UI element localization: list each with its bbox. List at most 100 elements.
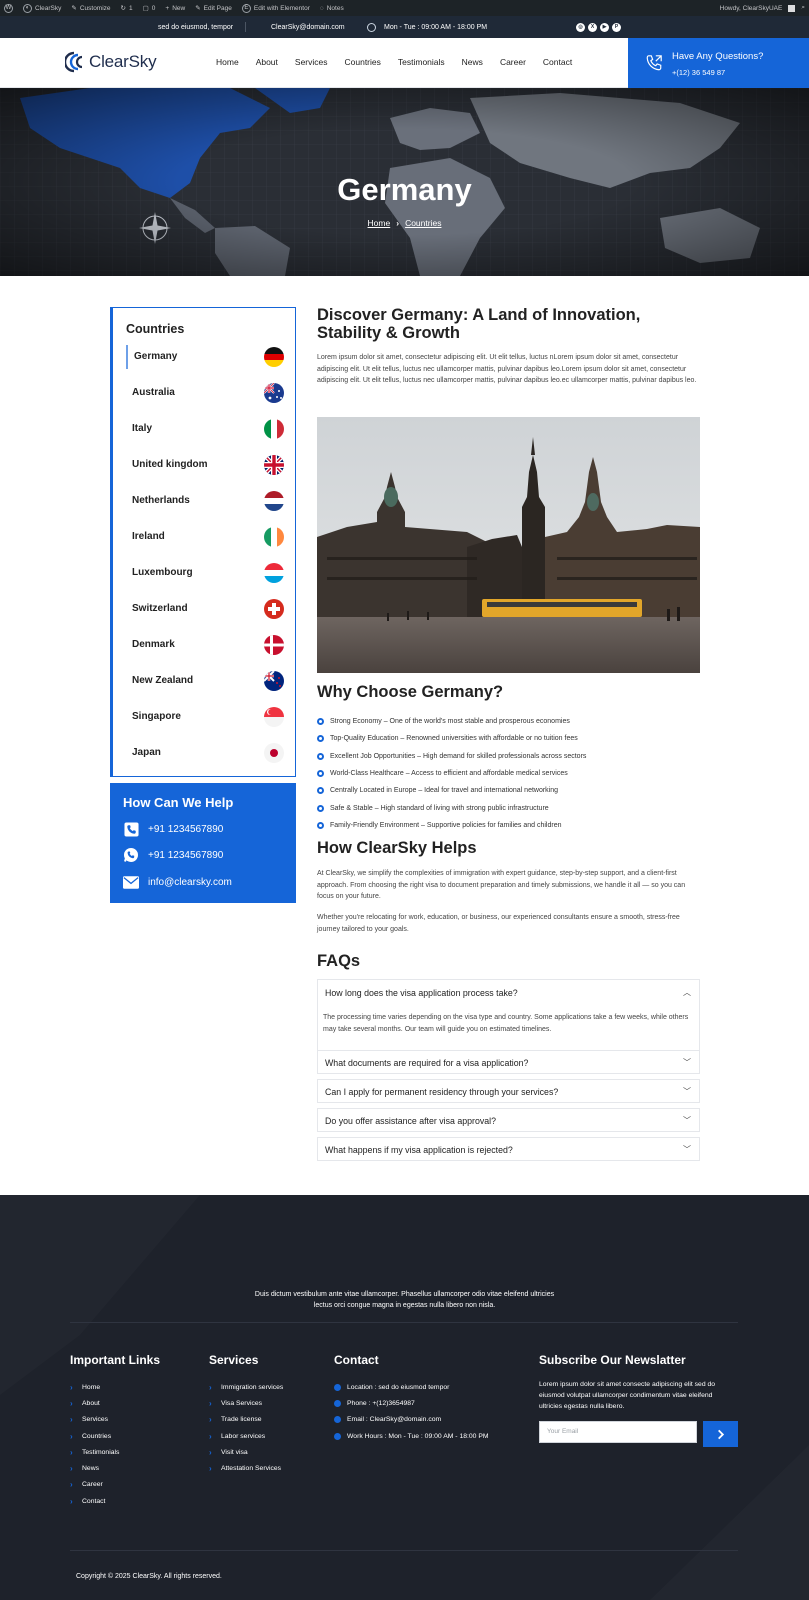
footer-service-label: Immigration services — [221, 1383, 284, 1391]
footer-link[interactable]: › About — [70, 1395, 160, 1411]
footer-link[interactable]: › Home — [70, 1379, 160, 1395]
country-label: New Zealand — [132, 675, 194, 686]
country-item-denmark[interactable]: Denmark — [126, 633, 284, 657]
breadcrumb-home[interactable]: Home — [368, 218, 391, 228]
helps-title: How ClearSky Helps — [317, 839, 477, 857]
cta-question: Have Any Questions? — [672, 51, 764, 62]
admin-edit-page-link[interactable]: ✎ Edit Page — [195, 4, 232, 13]
x-icon[interactable]: X — [588, 22, 597, 32]
switzerland-flag-icon — [264, 599, 284, 619]
country-item-netherlands[interactable]: Netherlands — [126, 489, 284, 513]
chevron-right-icon: › — [70, 1464, 73, 1474]
breadcrumb-current[interactable]: Countries — [405, 218, 441, 228]
topbar-address: sed do eiusmod, tempor — [158, 23, 234, 31]
youtube-icon[interactable]: ▶ — [600, 22, 609, 32]
help-whatsapp-text: +91 1234567890 — [148, 849, 224, 861]
country-item-australia[interactable]: Australia — [126, 381, 284, 405]
nav-career[interactable]: Career — [500, 57, 526, 67]
help-email[interactable]: info@clearsky.com — [123, 874, 232, 890]
faq-item[interactable]: Do you offer assistance after visa appro… — [317, 1108, 700, 1132]
country-label: Switzerland — [132, 603, 188, 614]
footer-service-link[interactable]: › Visa Services — [209, 1395, 283, 1411]
footer-service-link[interactable]: › Immigration services — [209, 1379, 283, 1395]
italy-flag-icon — [264, 419, 284, 439]
admin-updates-link[interactable]: ↻ 1 — [121, 4, 133, 13]
chevron-down-icon: ﹀ — [683, 1145, 691, 1154]
footer-service-link[interactable]: › Attestation Services — [209, 1460, 283, 1476]
footer-newsletter-column: Subscribe Our Newslatter Lorem ipsum dol… — [539, 1353, 735, 1412]
faq-question: Do you offer assistance after visa appro… — [325, 1116, 496, 1126]
faq-item-open[interactable]: How long does the visa application proce… — [317, 979, 700, 1055]
country-item-united-kingdom[interactable]: United kingdom — [126, 453, 284, 477]
footer-link[interactable]: › Services — [70, 1412, 160, 1428]
country-item-singapore[interactable]: Singapore — [126, 705, 284, 729]
country-item-italy[interactable]: Italy — [126, 417, 284, 441]
help-email-text: info@clearsky.com — [148, 876, 232, 888]
country-item-new-zealand[interactable]: New Zealand — [126, 669, 284, 693]
why-item-text: Excellent Job Opportunities – High deman… — [330, 752, 587, 760]
nav-about[interactable]: About — [256, 57, 278, 67]
nav-home[interactable]: Home — [216, 57, 239, 67]
admin-customize-link[interactable]: ✎ Customize — [71, 4, 110, 13]
list-item: Family-Friendly Environment – Supportive… — [317, 817, 700, 834]
search-icon[interactable]: ⌕ — [801, 4, 805, 12]
footer-service-link[interactable]: › Labor services — [209, 1428, 283, 1444]
faq-item[interactable]: What happens if my visa application is r… — [317, 1137, 700, 1161]
footer-link[interactable]: › Contact — [70, 1493, 160, 1509]
country-item-luxembourg[interactable]: Luxembourg — [126, 561, 284, 585]
bullet-icon — [317, 752, 324, 760]
footer-contact-phone[interactable]: Phone : +(12)3654987 — [334, 1395, 489, 1411]
footer-link[interactable]: › News — [70, 1460, 160, 1476]
chevron-right-icon: › — [209, 1415, 212, 1425]
admin-new-link[interactable]: + New — [165, 5, 185, 12]
new-zealand-flag-icon — [264, 671, 284, 691]
nav-contact[interactable]: Contact — [543, 57, 572, 67]
nav-countries[interactable]: Countries — [345, 57, 381, 67]
site-logo[interactable]: ClearSky — [65, 50, 157, 74]
wp-logo-icon[interactable]: W — [4, 3, 13, 13]
topbar-hours: Mon - Tue : 09:00 AM - 18:00 PM — [384, 23, 488, 31]
footer-contact-email[interactable]: Email : ClearSky@domain.com — [334, 1412, 489, 1428]
breadcrumb: Home › Countries — [0, 218, 809, 228]
nav-services[interactable]: Services — [295, 57, 328, 67]
topbar-email[interactable]: ClearSky@domain.com — [271, 24, 345, 31]
footer-link[interactable]: › Career — [70, 1477, 160, 1493]
social-links: ◎ X ▶ P — [576, 22, 621, 32]
footer-link-label: Testimonials — [82, 1448, 120, 1456]
admin-site-link[interactable]: ◐ ClearSky — [23, 3, 61, 13]
brush-icon: ✎ — [71, 5, 77, 12]
nav-news[interactable]: News — [462, 57, 483, 67]
country-item-ireland[interactable]: Ireland — [126, 525, 284, 549]
admin-elementor-link[interactable]: E Edit with Elementor — [241, 3, 310, 13]
newsletter-submit-button[interactable] — [703, 1421, 738, 1447]
nav-testimonials[interactable]: Testimonials — [398, 57, 445, 67]
country-item-germany[interactable]: Germany — [126, 345, 284, 369]
australia-flag-icon — [264, 383, 284, 403]
chevron-right-icon: › — [209, 1382, 212, 1392]
instagram-icon[interactable]: ◎ — [576, 22, 585, 32]
wp-admin-bar: W ◐ ClearSky ✎ Customize ↻ 1 ▢ 0 + New ✎ Edit … — [0, 0, 809, 16]
help-phone[interactable]: +91 1234567890 — [123, 821, 223, 837]
footer-service-link[interactable]: › Visit visa — [209, 1444, 283, 1460]
contact-text: Work Hours : Mon - Tue : 09:00 AM - 18:0… — [347, 1432, 489, 1440]
country-item-japan[interactable]: Japan — [126, 741, 284, 765]
faq-question: What documents are required for a visa a… — [325, 1058, 529, 1068]
admin-comments-link[interactable]: ▢ 0 — [143, 4, 156, 13]
faq-item[interactable]: Can I apply for permanent residency thro… — [317, 1079, 700, 1103]
footer-service-link[interactable]: › Trade license — [209, 1412, 283, 1428]
avatar[interactable] — [788, 4, 796, 12]
faq-item[interactable]: What documents are required for a visa a… — [317, 1050, 700, 1074]
newsletter-title: Subscribe Our Newslatter — [539, 1353, 686, 1367]
help-whatsapp[interactable]: +91 1234567890 — [123, 847, 223, 863]
questions-cta[interactable]: Have Any Questions? +(12) 36 549 87 — [628, 38, 809, 88]
footer-link[interactable]: › Testimonials — [70, 1444, 160, 1460]
country-item-switzerland[interactable]: Switzerland — [126, 597, 284, 621]
admin-notes-link[interactable]: ◌ Notes — [320, 5, 344, 12]
chevron-right-icon: › — [70, 1431, 73, 1441]
elementor-icon: E — [241, 3, 251, 13]
pinterest-icon[interactable]: P — [612, 22, 621, 32]
newsletter-email-input[interactable]: Your Email — [539, 1421, 697, 1443]
admin-howdy[interactable]: Howdy, ClearSkyUAE — [720, 5, 783, 12]
footer-links-column: Important Links › Home › About › Services ›… — [70, 1353, 160, 1509]
footer-link[interactable]: › Countries — [70, 1428, 160, 1444]
